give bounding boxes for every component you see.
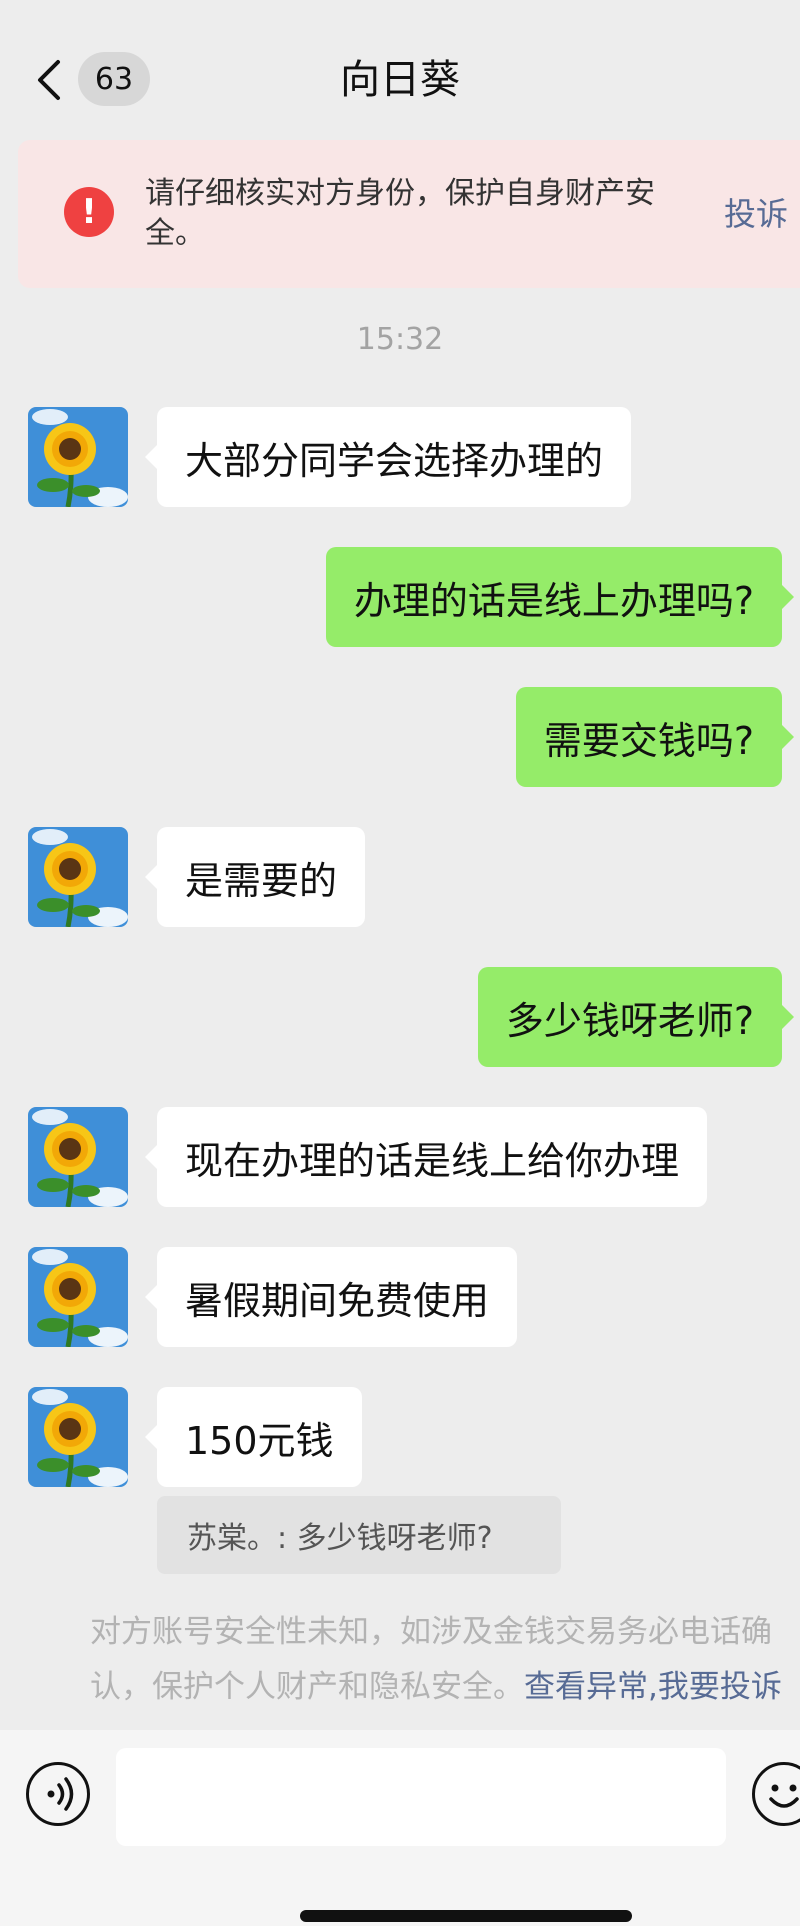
contact-avatar[interactable]	[28, 407, 128, 507]
sunflower-avatar-image	[28, 1247, 128, 1347]
sunflower-avatar-image	[28, 827, 128, 927]
message-bubble-sent[interactable]: 需要交钱吗?	[515, 687, 795, 787]
exclamation-circle-icon: !	[64, 187, 114, 237]
message-bubble-received[interactable]: 大部分同学会选择办理的	[144, 407, 632, 507]
home-indicator[interactable]	[300, 1910, 632, 1922]
message-timestamp: 15:32	[356, 322, 444, 357]
security-warning-banner: ! 请仔细核实对方身份，保护自身财产安全。 投诉	[18, 140, 800, 288]
chat-header: 63 向日葵	[0, 0, 800, 136]
message-bubble-received[interactable]: 150元钱	[145, 1387, 362, 1487]
message-bubble-sent[interactable]: 办理的话是线上办理吗?	[325, 547, 795, 647]
report-link[interactable]: 投诉	[724, 192, 788, 236]
security-notice: 对方账号安全性未知，如涉及金钱交易务必电话确认，保护个人财产和隐私安全。查看异常…	[90, 1605, 800, 1715]
chat-title: 向日葵	[340, 57, 460, 103]
contact-avatar[interactable]	[28, 827, 128, 927]
message-bubble-sent[interactable]: 多少钱呀老师?	[477, 967, 795, 1067]
message-bubble-received[interactable]: 是需要的	[144, 827, 366, 927]
emoji-icon	[769, 1784, 799, 1808]
sunflower-avatar-image	[28, 1387, 128, 1487]
notice-separator: ,	[648, 1669, 658, 1705]
emoji-button[interactable]	[752, 1762, 800, 1826]
contact-avatar[interactable]	[28, 1247, 128, 1347]
sunflower-avatar-image	[28, 407, 128, 507]
contact-avatar[interactable]	[28, 1107, 128, 1207]
message-input[interactable]	[116, 1748, 726, 1846]
warning-text: 请仔细核实对方身份，保护自身财产安全。	[145, 176, 655, 251]
message-bubble-received[interactable]: 暑假期间免费使用	[144, 1247, 518, 1347]
chat-screen: 63 向日葵 ! 请仔细核实对方身份，保护自身财产安全。 投诉 15:32 大部…	[0, 0, 800, 1926]
message-bubble-received[interactable]: 现在办理的话是线上给你办理	[144, 1107, 708, 1207]
voice-icon	[47, 1777, 74, 1811]
input-bar	[0, 1730, 800, 1926]
view-anomaly-link[interactable]: 查看异常	[524, 1669, 648, 1705]
quoted-message[interactable]: 苏棠。: 多少钱呀老师?	[157, 1496, 561, 1574]
report-complaint-link[interactable]: 我要投诉	[658, 1669, 782, 1705]
voice-button[interactable]	[26, 1762, 90, 1826]
sunflower-avatar-image	[28, 1107, 128, 1207]
contact-avatar[interactable]	[28, 1387, 128, 1487]
